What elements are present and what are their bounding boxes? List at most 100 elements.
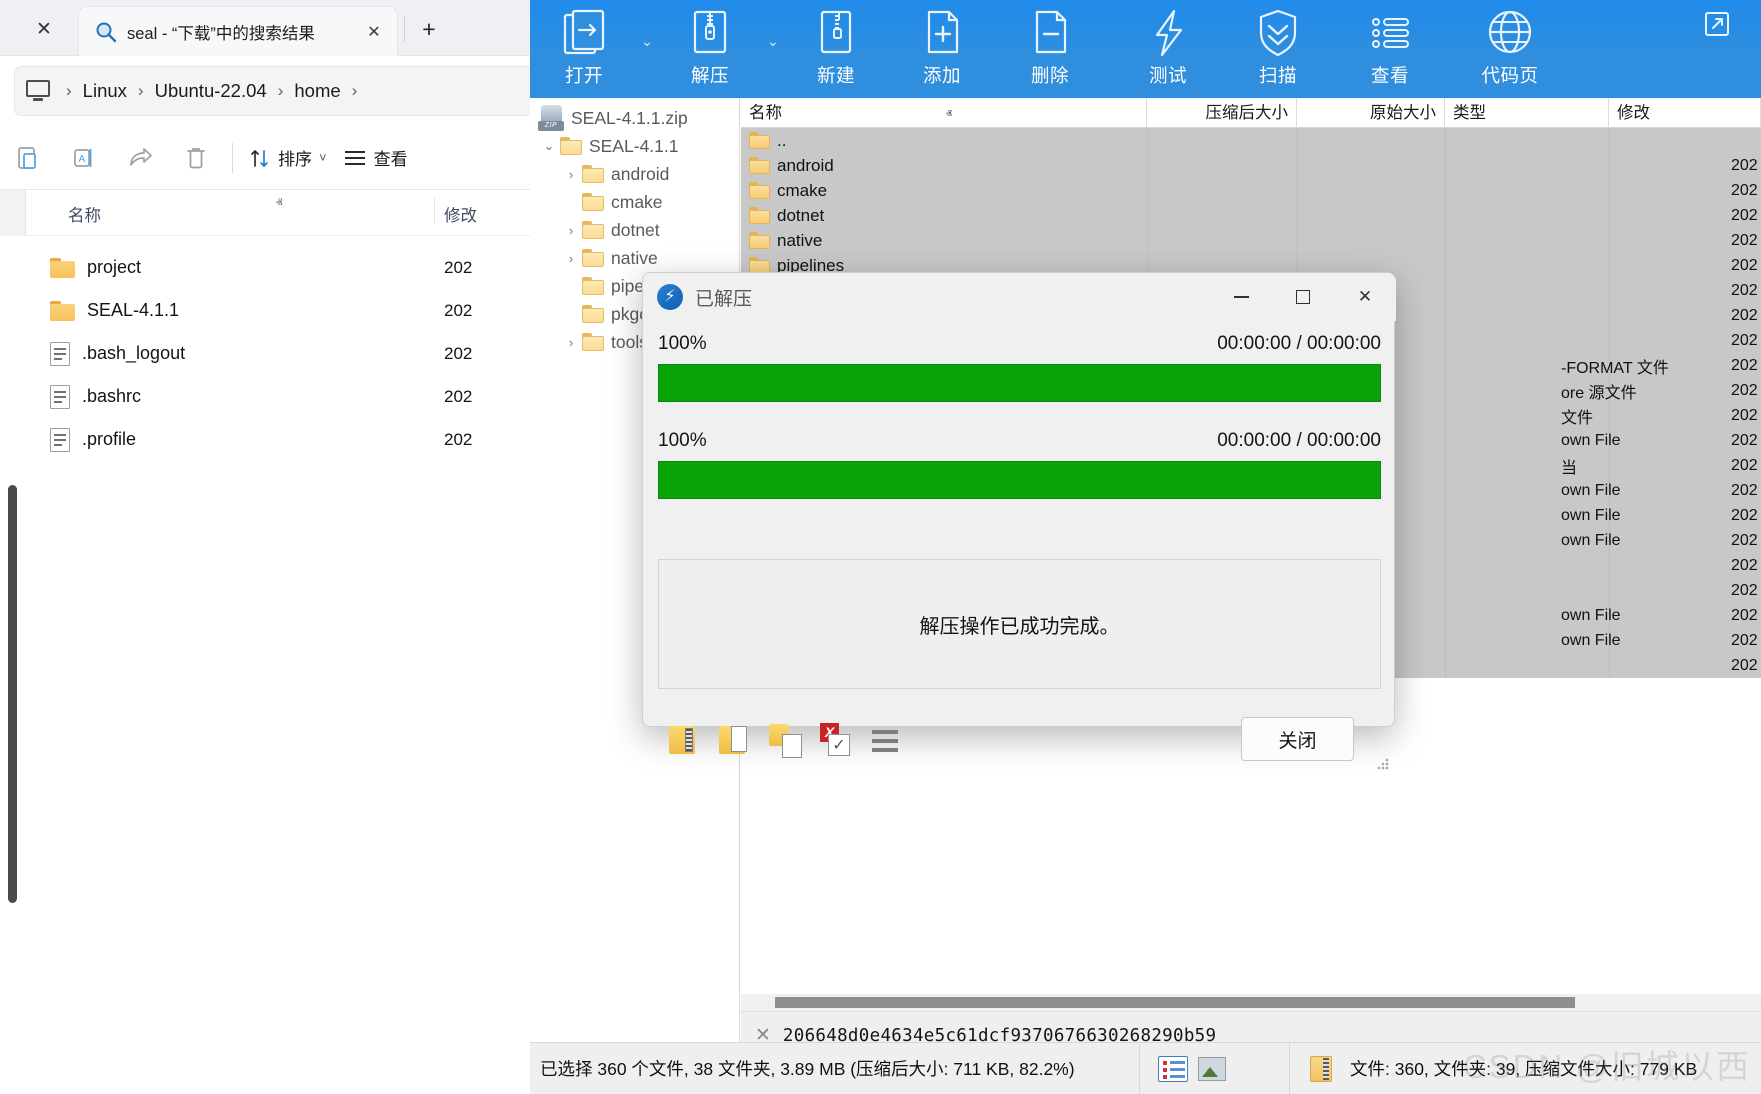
ribbon-extract-button[interactable]: 解压: [662, 4, 758, 94]
chevron-down-icon: ˅: [319, 150, 327, 165]
svg-text:A: A: [79, 154, 86, 165]
list-item[interactable]: .profile 202: [0, 418, 530, 461]
table-row[interactable]: native 202: [741, 228, 1761, 253]
archive-row-modified: 202: [1731, 456, 1758, 474]
breadcrumb-home[interactable]: home: [294, 80, 340, 102]
dialog-body: 100% 00:00:00 / 00:00:00 100% 00:00:00 /…: [643, 321, 1396, 771]
tree-item-label: native: [611, 247, 658, 268]
archive-row-type: 当: [1561, 459, 1578, 477]
ribbon-delete-button[interactable]: 删除: [1002, 4, 1098, 94]
list-item[interactable]: .bash_logout 202: [0, 332, 530, 375]
delete-confirm-icon[interactable]: X ✓: [819, 722, 853, 756]
paste-button[interactable]: [0, 137, 56, 179]
breadcrumb-linux[interactable]: Linux: [83, 80, 127, 102]
open-folder-archive-icon[interactable]: [669, 722, 703, 756]
column-header-name[interactable]: 名称: [68, 202, 101, 226]
tree-root-item[interactable]: ZIP SEAL-4.1.1.zip: [530, 104, 739, 132]
progress-2-labels: 100% 00:00:00 / 00:00:00: [658, 426, 1381, 456]
table-row[interactable]: ..: [741, 128, 1761, 153]
breadcrumb-separator: ›: [66, 81, 72, 100]
explorer-address-row: › Linux › Ubuntu-22.04 › home ›: [0, 56, 530, 126]
paste-icon: [17, 145, 40, 171]
preview-view-icon[interactable]: [1198, 1056, 1226, 1081]
archive-row-modified: 202: [1731, 581, 1758, 599]
address-bar[interactable]: › Linux › Ubuntu-22.04 › home ›: [14, 66, 530, 116]
ribbon-codepage-button[interactable]: 代码页: [1450, 4, 1570, 94]
archive-row-label: dotnet: [777, 205, 825, 225]
rename-button[interactable]: A: [56, 137, 112, 179]
breadcrumb-separator: ›: [351, 81, 358, 100]
breadcrumb-ubuntu[interactable]: Ubuntu-22.04: [155, 80, 267, 102]
watermark: CSDN @旧城以西: [1462, 1048, 1751, 1085]
this-pc-icon: [25, 80, 51, 102]
ribbon-delete-label: 删除: [1030, 65, 1069, 86]
dialog-resize-grip[interactable]: [1376, 757, 1390, 771]
list-item[interactable]: .bashrc 202: [0, 375, 530, 418]
ribbon-new-button[interactable]: 新建: [788, 4, 884, 94]
list-item-name-cell: project: [50, 257, 141, 278]
archive-horizontal-scrollbar-thumb[interactable]: [775, 997, 1575, 1008]
zip-archive-icon: ZIP: [538, 105, 564, 131]
tree-item-dotnet[interactable]: › dotnet: [530, 216, 739, 244]
breadcrumb-separator: ›: [137, 81, 144, 100]
archive-column-packed[interactable]: 压缩后大小: [1147, 98, 1297, 128]
ribbon-extract-chevron-down-icon[interactable]: ⌄: [760, 28, 786, 54]
table-row[interactable]: android 202: [741, 153, 1761, 178]
chevron-right-icon[interactable]: ›: [560, 251, 582, 266]
list-item[interactable]: project 202: [0, 246, 530, 289]
chevron-right-icon[interactable]: ›: [560, 223, 582, 238]
list-item[interactable]: SEAL-4.1.1 202: [0, 289, 530, 332]
ribbon-view-button[interactable]: 查看: [1342, 4, 1438, 94]
explorer-vertical-scrollbar[interactable]: [8, 485, 17, 903]
ribbon-scan-button[interactable]: 扫描: [1230, 4, 1326, 94]
delete-button[interactable]: [168, 137, 224, 179]
view-button[interactable]: 查看: [335, 137, 416, 179]
rename-icon: A: [72, 146, 96, 170]
dialog-title-bar[interactable]: ⚡ 已解压 ✕: [643, 273, 1396, 321]
archive-row-label: android: [777, 155, 834, 175]
seven-zip-ribbon-toolbar: 打开 ⌄ 解压 ⌄ 新建 添加 删除 测试 扫描 查看 代码页: [530, 0, 1761, 98]
tree-item-cmake[interactable]: cmake: [530, 188, 739, 216]
chevron-right-icon[interactable]: ›: [560, 335, 582, 350]
ribbon-open-button[interactable]: 打开: [536, 4, 632, 94]
archive-row-modified: 202: [1731, 406, 1758, 424]
chevron-down-icon[interactable]: ⌄: [538, 138, 560, 154]
copy-to-folder-icon[interactable]: [769, 722, 803, 758]
dialog-close-icon[interactable]: ✕: [1334, 273, 1396, 321]
detail-view-icon[interactable]: [1158, 1055, 1188, 1082]
archive-column-modified[interactable]: 修改: [1609, 98, 1761, 128]
archive-column-name[interactable]: 名称 ⱏ: [741, 98, 1147, 128]
open-folder-icon[interactable]: [719, 722, 753, 756]
share-button[interactable]: [112, 137, 168, 179]
tree-item-android[interactable]: › android: [530, 160, 739, 188]
sort-button[interactable]: 排序 ˅: [241, 137, 335, 179]
list-item-modified: 202: [444, 257, 473, 277]
view-label: 查看: [373, 150, 408, 169]
menu-icon[interactable]: [869, 722, 903, 756]
archive-row-modified: 202: [1731, 556, 1758, 574]
tab-close-icon[interactable]: ✕: [361, 19, 387, 45]
tree-item-native[interactable]: › native: [530, 244, 739, 272]
archive-row-modified: 202: [1731, 206, 1758, 224]
chevron-right-icon[interactable]: ›: [560, 167, 582, 182]
dialog-minimize-button[interactable]: [1210, 273, 1272, 321]
ribbon-expand-button[interactable]: [1682, 4, 1752, 94]
archive-column-type[interactable]: 类型: [1445, 98, 1609, 128]
column-header-modified[interactable]: 修改: [444, 202, 477, 226]
table-row[interactable]: dotnet 202: [741, 203, 1761, 228]
dialog-maximize-button[interactable]: [1272, 273, 1334, 321]
archive-column-original[interactable]: 原始大小: [1297, 98, 1445, 128]
archive-row-name-cell: android: [749, 156, 834, 176]
list-item-name-cell: .bashrc: [50, 384, 141, 409]
dialog-window-controls: ✕: [1210, 273, 1396, 321]
tree-item-seal[interactable]: ⌄ SEAL-4.1.1: [530, 132, 739, 160]
explorer-tab[interactable]: seal - “下载”中的搜索结果 ✕: [78, 6, 398, 56]
explorer-window-close-button[interactable]: ✕: [22, 14, 66, 44]
new-tab-button[interactable]: +: [412, 14, 446, 44]
ribbon-add-button[interactable]: 添加: [894, 4, 990, 94]
ribbon-open-chevron-down-icon[interactable]: ⌄: [634, 28, 660, 54]
table-row[interactable]: cmake 202: [741, 178, 1761, 203]
dialog-close-button[interactable]: 关闭: [1241, 717, 1354, 761]
ribbon-test-button[interactable]: 测试: [1120, 4, 1216, 94]
tab-divider: [404, 16, 405, 42]
